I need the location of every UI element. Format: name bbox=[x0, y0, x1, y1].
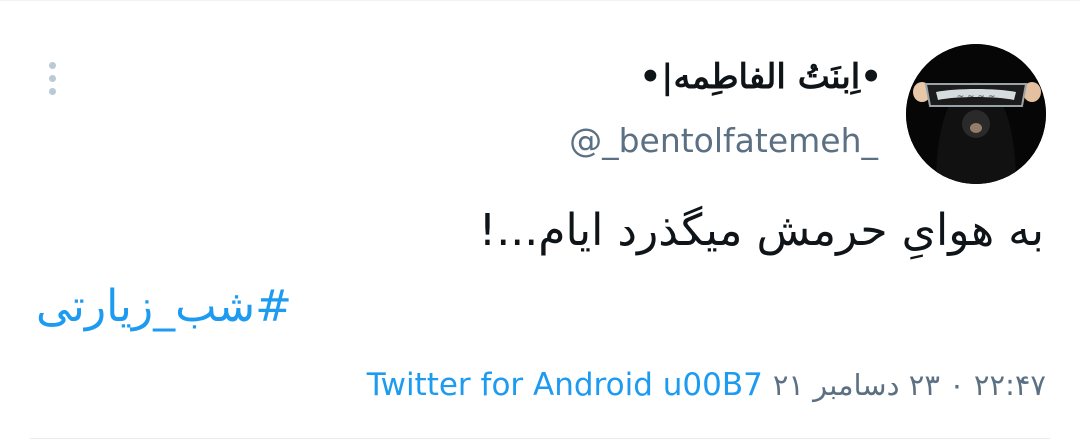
tweet-datetime[interactable]: ۲۲:۴۷ ۰ ۲۳ دسامبر ۲۱ bbox=[773, 362, 1046, 408]
tweet-card: ~ ~ ~ ~ •اِبنَتُ الفاطِمه|• @_bentolfate… bbox=[0, 0, 1080, 445]
hashtag-link[interactable]: #شب_زیارتی bbox=[36, 276, 292, 338]
avatar-image: ~ ~ ~ ~ bbox=[906, 44, 1046, 184]
avatar[interactable]: ~ ~ ~ ~ bbox=[906, 44, 1046, 184]
menu-dot bbox=[49, 75, 56, 82]
svg-text:~ ~ ~ ~: ~ ~ ~ ~ bbox=[957, 92, 996, 102]
display-name[interactable]: •اِبنَتُ الفاطِمه|• bbox=[639, 56, 882, 98]
bottom-divider bbox=[30, 438, 1050, 439]
tweet-source-link[interactable]: Twitter for Android u00B7 bbox=[367, 362, 763, 408]
top-divider bbox=[0, 0, 1080, 1]
tweet-meta: ۲۲:۴۷ ۰ ۲۳ دسامبر ۲۱ Twitter for Android… bbox=[367, 362, 1046, 408]
username[interactable]: @_bentolfatemeh_ bbox=[569, 120, 878, 162]
menu-dot bbox=[49, 88, 56, 95]
tweet-text: به هوایِ حرمش میگذرد ایام...! bbox=[478, 205, 1044, 256]
menu-dot bbox=[49, 62, 56, 69]
more-options-icon[interactable] bbox=[43, 58, 63, 98]
